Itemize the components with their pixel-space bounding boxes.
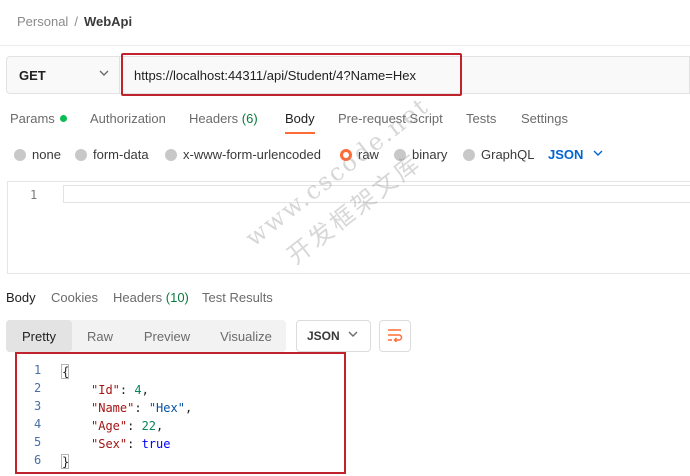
url-highlight-box <box>121 53 462 96</box>
wrap-lines-button[interactable] <box>379 320 411 352</box>
radio-indicator <box>463 148 475 161</box>
body-format-select[interactable]: JSON <box>548 147 603 162</box>
breadcrumb-current[interactable]: WebApi <box>84 14 132 29</box>
chevron-down-icon <box>593 148 603 161</box>
method-label: GET <box>19 67 46 83</box>
response-format-select[interactable]: JSON <box>296 320 371 352</box>
headers-count: (6) <box>241 111 258 126</box>
tab-tests[interactable]: Tests <box>466 111 496 126</box>
response-headers-count: (10) <box>165 290 189 305</box>
radio-indicator <box>14 148 26 161</box>
radio-indicator <box>394 148 406 161</box>
view-mode-pretty[interactable]: Pretty <box>6 320 72 352</box>
tab-params[interactable]: Params <box>10 111 67 126</box>
tab-body[interactable]: Body <box>285 111 315 126</box>
tab-headers[interactable]: Headers (6) <box>189 111 258 126</box>
radio-graphql[interactable]: GraphQL <box>463 147 534 162</box>
chevron-down-icon <box>348 329 358 342</box>
radio-indicator-selected <box>340 148 352 161</box>
view-mode-raw[interactable]: Raw <box>76 320 124 352</box>
params-active-dot <box>59 115 67 123</box>
radio-indicator <box>75 148 87 161</box>
editor-line-number: 1 <box>30 188 38 202</box>
breadcrumb-workspace[interactable]: Personal <box>17 14 68 29</box>
tab-settings[interactable]: Settings <box>521 111 568 126</box>
radio-raw[interactable]: raw <box>340 147 379 162</box>
radio-none[interactable]: none <box>14 147 61 162</box>
tab-body-underline <box>285 132 315 134</box>
breadcrumb-separator: / <box>74 14 78 29</box>
breadcrumb: Personal / WebApi <box>17 14 132 29</box>
view-mode-preview[interactable]: Preview <box>134 320 200 352</box>
radio-form-data[interactable]: form-data <box>75 147 149 162</box>
method-select[interactable]: GET <box>6 56 119 94</box>
editor-active-line[interactable] <box>63 185 690 203</box>
response-highlight-box <box>15 352 346 474</box>
tab-authorization[interactable]: Authorization <box>90 111 166 126</box>
radio-binary[interactable]: binary <box>394 147 447 162</box>
view-mode-visualize[interactable]: Visualize <box>210 320 282 352</box>
chevron-down-icon <box>99 68 109 81</box>
tab-prerequest-script[interactable]: Pre-request Script <box>338 111 443 126</box>
radio-urlencoded[interactable]: x-www-form-urlencoded <box>165 147 321 162</box>
divider <box>0 45 690 46</box>
response-tab-test-results[interactable]: Test Results <box>202 290 273 305</box>
response-format-label: JSON <box>307 329 340 343</box>
radio-indicator <box>165 148 177 161</box>
response-tab-headers[interactable]: Headers (10) <box>113 290 189 305</box>
response-tab-cookies[interactable]: Cookies <box>51 290 98 305</box>
response-tab-body[interactable]: Body <box>6 290 36 305</box>
wrap-lines-icon <box>387 328 403 345</box>
